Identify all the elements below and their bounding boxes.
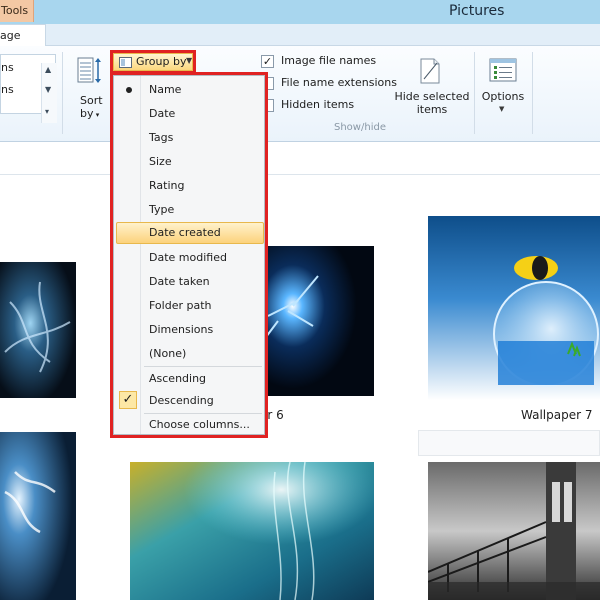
scroll-up-icon[interactable]: ▲: [45, 65, 51, 74]
menu-item-label: Size: [149, 155, 172, 168]
scroll-down-icon[interactable]: ▼: [45, 85, 51, 94]
sort-by-button[interactable]: Sort by ▾: [68, 52, 112, 122]
sort-by-label-line2: by: [80, 107, 94, 120]
hide-selected-items-icon: [420, 58, 440, 84]
menu-item-label: Date taken: [149, 275, 210, 288]
tab-manage[interactable]: age: [0, 24, 46, 46]
checkbox-checked-icon[interactable]: ✓: [261, 55, 274, 68]
thumbnail-wallpaper-8[interactable]: [0, 432, 76, 600]
thumbnail-wallpaper-5[interactable]: [0, 262, 76, 398]
menu-item-choose-columns[interactable]: Choose columns...: [116, 414, 264, 436]
sort-by-icon: [77, 57, 101, 83]
wallpaper-image: [130, 462, 374, 600]
title-bar: Tools Pictures: [0, 0, 600, 24]
menu-item-label: Rating: [149, 179, 185, 192]
window-title: Pictures: [449, 3, 505, 19]
menu-item-label: Name: [149, 83, 182, 96]
menu-item-name[interactable]: Name: [116, 79, 264, 101]
picture-tools-context-tab[interactable]: Tools: [0, 0, 34, 22]
group-by-button[interactable]: Group by ▼: [110, 50, 196, 74]
layout-gallery-scrollbar[interactable]: ▲ ▼ ▾: [41, 63, 57, 123]
menu-item-label: Choose columns...: [149, 418, 250, 431]
menu-item-label: Type: [149, 203, 175, 216]
layout-item[interactable]: ns: [1, 61, 14, 74]
group-by-menu: Name Date Tags Size Rating Type Date cre…: [110, 72, 268, 438]
menu-item-size[interactable]: Size: [116, 151, 264, 173]
context-tab-label: Tools: [1, 4, 29, 17]
ribbon: ns ns ▲ ▼ ▾ Sort by ▾ ✓ Image file names: [0, 46, 600, 142]
menu-item-ascending[interactable]: Ascending: [116, 368, 264, 390]
ribbon-divider: [532, 52, 533, 134]
menu-item-date-created[interactable]: Date created: [116, 222, 264, 244]
sort-by-label: Sort by ▾: [80, 94, 110, 122]
thumbnail-caption: Wallpaper 7: [521, 408, 593, 422]
checkmark-icon: ✓: [119, 391, 137, 409]
menu-item-date[interactable]: Date: [116, 103, 264, 125]
file-list-pane: er 6 Wallpaper 7: [0, 176, 600, 600]
options-label: Options: [481, 90, 525, 103]
menu-separator: [144, 366, 262, 367]
menu-item-date-modified[interactable]: Date modified: [116, 247, 264, 269]
thumbnail-wallpaper-6[interactable]: [258, 246, 374, 396]
menu-item-label: Date modified: [149, 251, 227, 264]
ribbon-divider: [474, 52, 475, 134]
menu-item-tags[interactable]: Tags: [116, 127, 264, 149]
menu-item-date-taken[interactable]: Date taken: [116, 271, 264, 293]
navigation-strip: [0, 142, 600, 175]
menu-item-type[interactable]: Type: [116, 199, 264, 221]
menu-panel: Name Date Tags Size Rating Type Date cre…: [113, 75, 265, 435]
thumbnail-wallpaper-7[interactable]: [428, 216, 600, 400]
menu-item-label: (None): [149, 347, 187, 360]
hide-selected-label-line2: items: [416, 103, 448, 116]
selected-item-frame: [418, 430, 600, 456]
wallpaper-image: [428, 216, 600, 400]
tab-label: age: [0, 29, 21, 42]
group-by-button-face: Group by ▼: [113, 53, 193, 71]
group-by-icon: [119, 57, 132, 68]
menu-item-dimensions[interactable]: Dimensions: [116, 319, 264, 341]
options-button[interactable]: Options ▼: [478, 54, 528, 124]
checkbox-label: Image file names: [281, 54, 377, 67]
ribbon-divider: [62, 52, 63, 134]
chevron-down-icon: ▼: [499, 105, 505, 113]
sort-by-label-line1: Sort: [80, 94, 103, 107]
wallpaper-image: [0, 432, 76, 600]
menu-item-label: Dimensions: [149, 323, 214, 336]
show-hide-group-label: Show/hide: [334, 122, 386, 133]
menu-item-label: Date created: [149, 226, 221, 239]
menu-item-label: Descending: [149, 394, 214, 407]
group-by-label: Group by: [136, 55, 187, 68]
wallpaper-image: [0, 262, 76, 398]
menu-item-label: Tags: [149, 131, 174, 144]
hide-selected-items-button[interactable]: Hide selected items: [392, 54, 472, 124]
checkbox-label: Hidden items: [281, 98, 355, 111]
wallpaper-image: [428, 462, 600, 600]
radio-bullet-icon: [126, 87, 132, 93]
gallery-more-icon[interactable]: ▾: [45, 107, 49, 116]
menu-item-label: Ascending: [149, 372, 207, 385]
checkbox-label: File name extensions: [281, 76, 397, 89]
menu-item-rating[interactable]: Rating: [116, 175, 264, 197]
menu-item-label: Date: [149, 107, 176, 120]
hide-selected-label-line1: Hide selected: [394, 90, 470, 103]
chevron-down-icon: ▼: [186, 56, 193, 65]
hide-selected-items-label: Hide selected items: [392, 90, 472, 116]
menu-item-descending[interactable]: ✓ Descending: [116, 390, 264, 412]
menu-item-none[interactable]: (None): [116, 343, 264, 365]
layout-gallery[interactable]: ns ns ▲ ▼ ▾: [0, 54, 57, 123]
chevron-down-icon: ▾: [93, 111, 100, 119]
thumbnail-wallpaper-10[interactable]: [428, 462, 600, 600]
wallpaper-image: [258, 246, 374, 396]
layout-item[interactable]: ns: [1, 83, 14, 96]
options-icon: [489, 58, 517, 82]
ribbon-tab-strip: age: [0, 24, 600, 46]
menu-item-label: Folder path: [149, 299, 212, 312]
menu-item-folder-path[interactable]: Folder path: [116, 295, 264, 317]
thumbnail-wallpaper-9[interactable]: [130, 462, 374, 600]
